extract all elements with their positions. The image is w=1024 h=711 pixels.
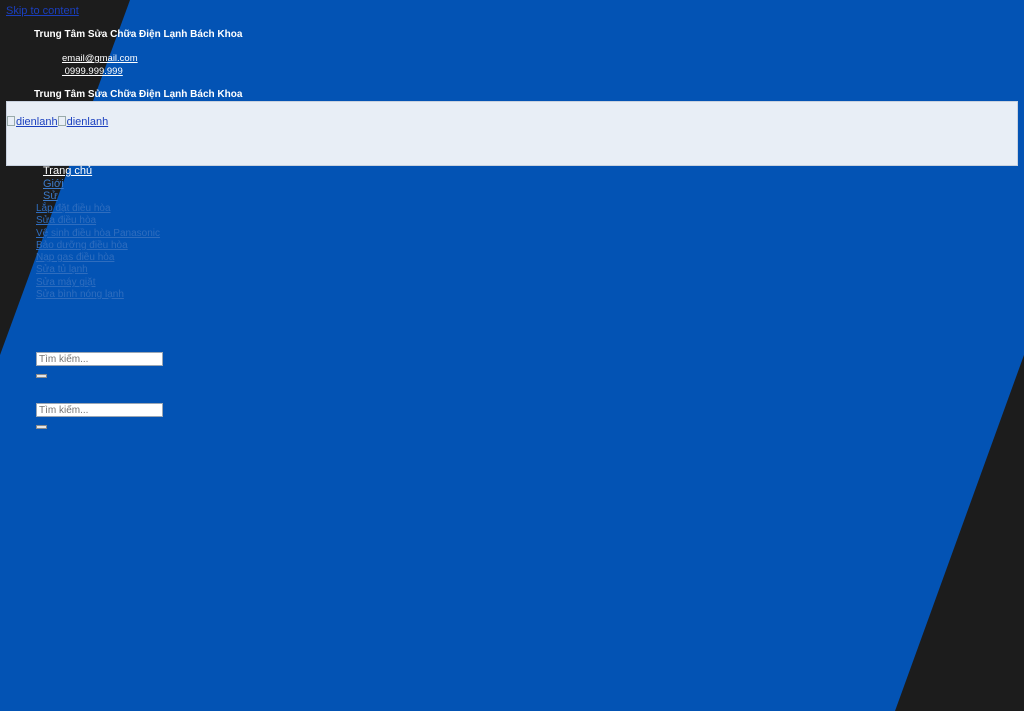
submenu-link[interactable]: Bảo dưỡng điều hòa bbox=[36, 240, 128, 251]
submenu-link[interactable]: Sửa tủ lạnh bbox=[36, 264, 88, 275]
nav-item-repair[interactable]: Sử bbox=[43, 190, 58, 202]
nav-item-home[interactable]: Trang chủ bbox=[43, 165, 92, 177]
broken-image-icon bbox=[7, 116, 15, 126]
submenu-link[interactable]: Nạp gas điều hòa bbox=[36, 252, 114, 263]
search-input-secondary[interactable] bbox=[36, 403, 163, 417]
search-submit-button-secondary[interactable] bbox=[36, 425, 47, 429]
header-logo-band: dienlanh dienlanh bbox=[6, 101, 1018, 166]
header-brand-name: Trung Tâm Sửa Chữa Điện Lạnh Bách Khoa bbox=[34, 89, 243, 100]
search-submit-button[interactable] bbox=[36, 374, 47, 378]
submenu-link[interactable]: Sửa máy giặt bbox=[36, 277, 96, 288]
logo-alt-text: dienlanh bbox=[16, 116, 58, 128]
topbar-email-link[interactable]: email@gmail.com bbox=[62, 53, 138, 64]
skip-to-content-link[interactable]: Skip to content bbox=[6, 5, 79, 17]
submenu-link[interactable]: Vệ sinh điều hòa Panasonic bbox=[36, 228, 160, 239]
search-input[interactable] bbox=[36, 352, 163, 366]
submenu-link[interactable]: Sửa điều hòa bbox=[36, 215, 96, 226]
submenu-link[interactable]: Sửa bình nóng lạnh bbox=[36, 289, 124, 300]
logo-alt-text-secondary: dienlanh bbox=[66, 116, 109, 128]
submenu-link[interactable]: Lắp đặt điều hòa bbox=[36, 203, 111, 214]
topbar-phone-link[interactable]: 0999.999.999 bbox=[62, 66, 123, 77]
nav-item-about[interactable]: Giới bbox=[43, 178, 64, 190]
broken-image-icon bbox=[57, 116, 66, 126]
site-logo-link[interactable]: dienlanh dienlanh bbox=[7, 116, 108, 128]
topbar-brand-name: Trung Tâm Sửa Chữa Điện Lạnh Bách Khoa bbox=[34, 29, 243, 40]
